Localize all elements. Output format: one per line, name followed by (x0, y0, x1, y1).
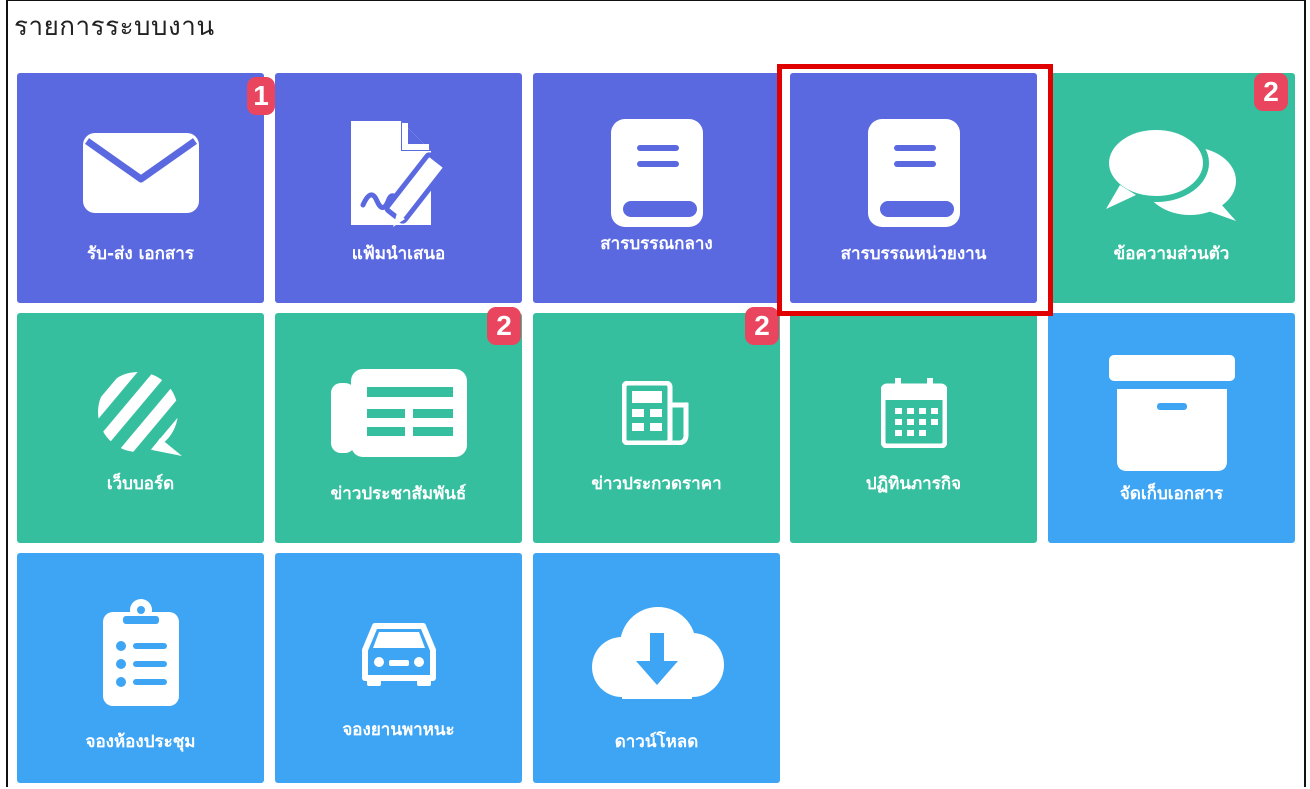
newspaper-icon (275, 353, 522, 473)
car-icon (275, 593, 522, 713)
tile-label: รับ-ส่ง เอกสาร (87, 244, 194, 264)
webboard-icon (17, 353, 264, 473)
tile-label: ดาวน์โหลด (614, 732, 699, 752)
archive-icon (1048, 353, 1295, 473)
tile-document-archive[interactable]: จัดเก็บเอกสาร (1048, 313, 1295, 543)
notification-badge: 1 (247, 77, 275, 115)
tile-label: ข่าวประชาสัมพันธ์ (330, 484, 467, 504)
tile-label: สารบรรณกลาง (600, 234, 713, 254)
tile-label: ข้อความส่วนตัว (1113, 244, 1230, 264)
tile-label: จองยานพาหนะ (342, 720, 455, 740)
notification-badge: 2 (745, 307, 779, 345)
page-title: รายการระบบงาน (14, 12, 215, 42)
tile-unit-correspondence[interactable]: สารบรรณหน่วยงาน (790, 73, 1037, 303)
file-signature-icon (275, 113, 522, 233)
tile-label: จัดเก็บเอกสาร (1119, 484, 1224, 504)
tile-label: จองห้องประชุม (85, 732, 196, 752)
tile-document-send-receive[interactable]: รับ-ส่ง เอกสาร 1 (17, 73, 275, 303)
newspaper-small-icon (533, 353, 780, 473)
tile-download[interactable]: ดาวน์โหลด (533, 553, 780, 783)
clipboard-list-icon (17, 593, 264, 713)
tile-label: สารบรรณหน่วยงาน (840, 244, 987, 264)
envelope-icon (17, 113, 264, 233)
notification-badge: 2 (1254, 73, 1288, 111)
tile-label: ข่าวประกวดราคา (591, 474, 722, 494)
tile-meeting-room-booking[interactable]: จองห้องประชุม (17, 553, 264, 783)
comments-icon (1048, 113, 1295, 233)
tile-vehicle-booking[interactable]: จองยานพาหนะ (275, 553, 522, 783)
tile-mission-calendar[interactable]: ปฏิทินภารกิจ (790, 313, 1037, 543)
calendar-icon (790, 353, 1037, 473)
tile-label: เว็บบอร์ด (106, 474, 175, 494)
tile-central-correspondence[interactable]: สารบรรณกลาง (533, 73, 780, 303)
tile-public-relations-news[interactable]: ข่าวประชาสัมพันธ์ 2 (275, 307, 522, 543)
cloud-download-icon (533, 593, 780, 713)
tile-webboard[interactable]: เว็บบอร์ด (17, 313, 264, 543)
tile-label: ปฏิทินภารกิจ (865, 474, 962, 494)
book-icon (790, 113, 1037, 233)
tile-label: แฟ้มนำเสนอ (351, 244, 446, 264)
tile-presentation-folder[interactable]: แฟ้มนำเสนอ (275, 73, 522, 303)
tile-bidding-news[interactable]: ข่าวประกวดราคา 2 (533, 307, 780, 543)
tile-private-messages[interactable]: ข้อความส่วนตัว 2 (1048, 73, 1295, 303)
book-icon (533, 113, 780, 233)
notification-badge: 2 (487, 307, 521, 345)
